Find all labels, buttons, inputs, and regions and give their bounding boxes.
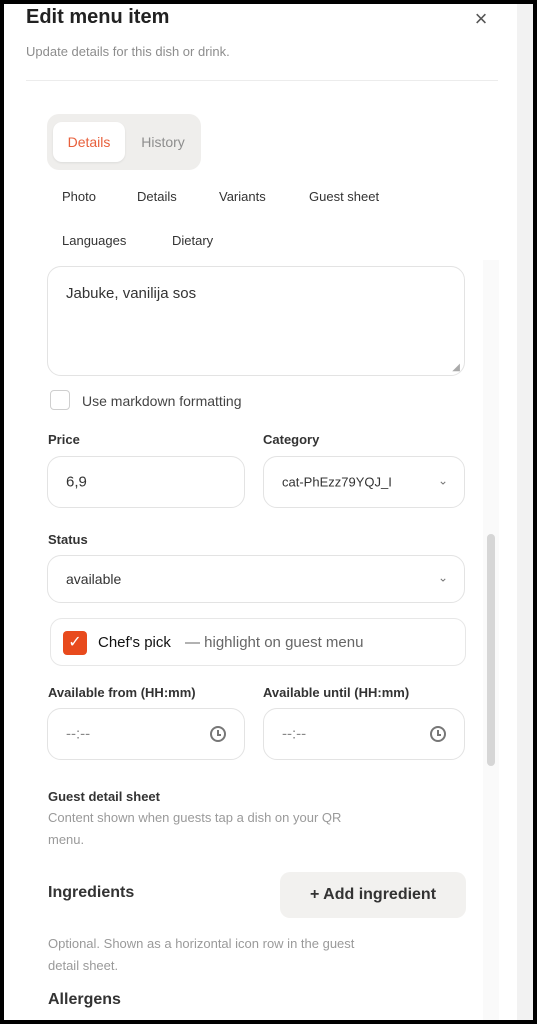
chefs-pick-toggle[interactable]: ✓ Chef's pick — highlight on guest menu [50,618,466,666]
price-value: 6,9 [66,473,87,491]
price-label: Price [48,432,80,447]
allergens-title: Allergens [48,991,121,1008]
subtab-guest-sheet[interactable]: Guest sheet [309,189,379,204]
available-until-value: --:-- [282,725,307,743]
guest-sheet-desc-line2: menu. [48,832,85,847]
resize-icon[interactable]: ◢ [452,362,460,373]
available-from-value: --:-- [66,725,91,743]
dialog-subtitle: Update details for this dish or drink. [26,44,230,59]
description-value: Jabuke, vanilija sos [66,285,197,302]
available-until-label: Available until (HH:mm) [263,685,410,700]
ingredients-title: Ingredients [48,884,135,901]
tab-details[interactable]: Details [53,122,125,162]
markdown-checkbox[interactable] [50,390,70,410]
chevron-down-icon: ⌄ [437,570,448,585]
available-from-label: Available from (HH:mm) [48,685,196,700]
ingredients-help-line2: detail sheet. [48,958,119,973]
header-divider [26,80,498,81]
subtab-photo[interactable]: Photo [62,189,96,204]
status-label: Status [48,532,88,547]
scrollbar-thumb[interactable] [487,534,495,766]
guest-sheet-title: Guest detail sheet [48,789,160,804]
available-from-input[interactable]: --:-- [47,708,245,760]
clock-icon[interactable] [430,726,446,742]
chefs-pick-subtitle: — highlight on guest menu [185,634,364,651]
guest-sheet-desc-line1: Content shown when guests tap a dish on … [48,810,342,825]
category-value: cat-PhEzz79YQJ_I [282,474,392,490]
tab-history[interactable]: History [129,122,197,162]
available-until-input[interactable]: --:-- [263,708,465,760]
dialog-header: Edit menu item × Update details for this… [4,4,517,84]
subtab-languages[interactable]: Languages [62,233,126,248]
clock-icon[interactable] [210,726,226,742]
mode-segmented-control: Details History [47,114,201,170]
chevron-down-icon: ⌄ [437,473,448,488]
chefs-pick-title: Chef's pick [98,634,171,651]
status-value: available [66,571,122,587]
dialog-title: Edit menu item [26,6,170,28]
background-strip [517,4,533,1020]
ingredients-help-line1: Optional. Shown as a horizontal icon row… [48,936,355,951]
subtab-variants[interactable]: Variants [219,189,266,204]
subtab-dietary[interactable]: Dietary [172,233,213,248]
description-textarea[interactable]: Jabuke, vanilija sos ◢ [47,266,465,376]
price-input[interactable]: 6,9 [47,456,245,508]
status-select[interactable]: available ⌄ [47,555,465,603]
category-label: Category [263,432,320,447]
check-icon[interactable]: ✓ [63,631,87,655]
close-icon[interactable]: × [470,8,492,30]
edit-menu-item-dialog: Edit menu item × Update details for this… [4,4,517,1020]
subtab-details[interactable]: Details [137,189,177,204]
category-select[interactable]: cat-PhEzz79YQJ_I ⌄ [263,456,465,508]
markdown-label: Use markdown formatting [82,393,242,409]
add-ingredient-button[interactable]: + Add ingredient [280,872,466,918]
